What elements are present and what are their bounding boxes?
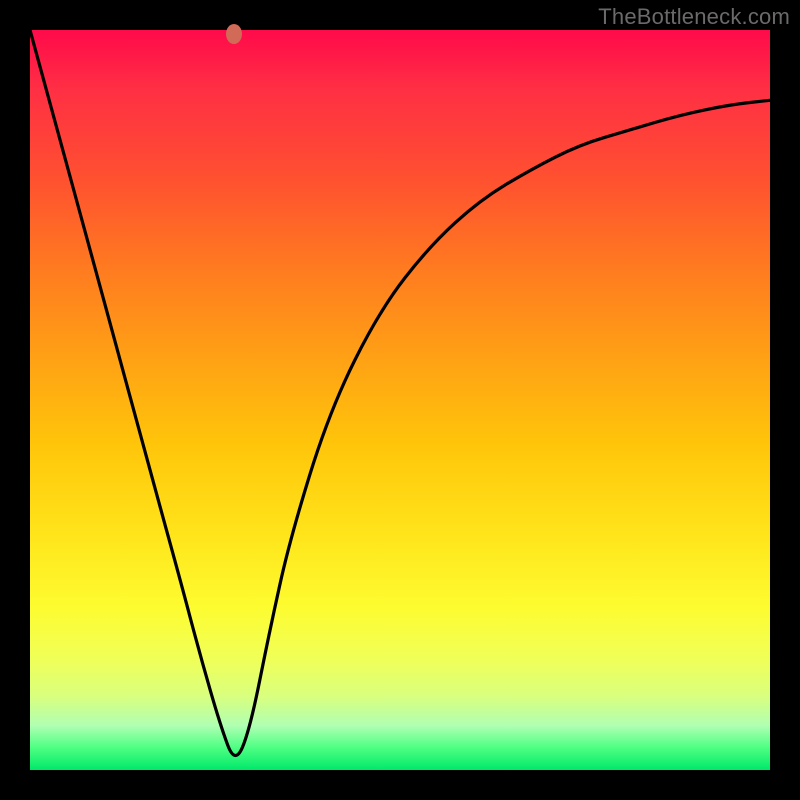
- watermark-text: TheBottleneck.com: [598, 4, 790, 30]
- bottleneck-curve: [30, 30, 770, 770]
- plot-area: [30, 30, 770, 770]
- chart-frame: TheBottleneck.com: [0, 0, 800, 800]
- marker-dot: [226, 24, 242, 44]
- curve-path: [30, 30, 770, 755]
